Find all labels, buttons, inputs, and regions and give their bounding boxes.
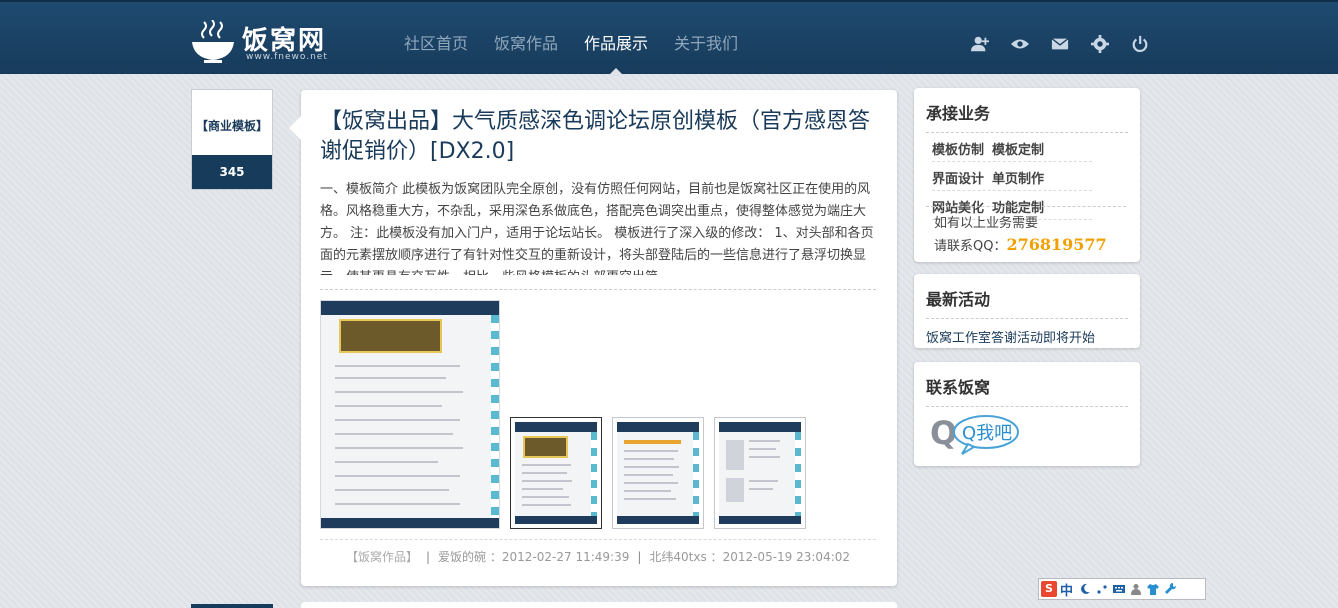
category-count: 345: [192, 155, 272, 189]
business-note: 如有以上业务需要: [934, 216, 1039, 231]
sidebar-activity: 最新活动 饭窝工作室答谢活动即将开始: [914, 274, 1140, 348]
post-summary: 一、模板简介 此模板为饭窝团队完全原创，没有仿照任何网站，目前也是饭窝社区正在使…: [320, 182, 874, 275]
next-post-peek: [301, 602, 897, 608]
divider: [320, 289, 876, 290]
keyboard-icon[interactable]: [1113, 583, 1126, 595]
activity-title: 最新活动: [926, 286, 1128, 319]
site-logo[interactable]: 饭窝网 www.fnewo.net: [190, 14, 340, 66]
qq-badge-text: Q我吧: [962, 423, 1012, 444]
meta-last-user[interactable]: 北纬40txs: [649, 550, 706, 564]
sidebar-business: 承接业务 模板仿制 模板定制 界面设计 单页制作 网站美化 功能定制 如有以上业务需要…: [914, 88, 1140, 262]
post-title[interactable]: 【饭窝出品】大气质感深色调论坛原创模板（官方感恩答谢促销价）[DX2.0]: [320, 107, 880, 167]
activity-link[interactable]: 饭窝工作室答谢活动即将开始: [926, 327, 1128, 346]
ime-toolbar[interactable]: S 中: [1038, 578, 1206, 600]
next-tag-box-peek: [191, 604, 273, 608]
moon-icon[interactable]: [1079, 583, 1091, 595]
business-item[interactable]: 模板定制: [992, 143, 1044, 158]
bowl-logo-icon: [192, 20, 234, 63]
business-contact: 如有以上业务需要 请联系QQ：276819577: [926, 206, 1126, 257]
sidebar-contact: 联系饭窝 Q Q我吧: [914, 362, 1140, 466]
power-icon[interactable]: [1130, 34, 1150, 54]
qq-chat-badge-icon[interactable]: Q Q我吧: [928, 410, 1020, 456]
business-item[interactable]: 模板仿制: [932, 143, 984, 158]
punctuation-icon[interactable]: [1096, 583, 1108, 595]
header-tools: [970, 34, 1170, 54]
gear-icon[interactable]: [1090, 34, 1110, 54]
meta-category[interactable]: 【饭窝作品】: [346, 550, 418, 564]
contact-title: 联系饭窝: [926, 374, 1128, 407]
main-nav: 社区首页 饭窝作品 作品展示 关于我们: [404, 2, 764, 76]
business-item[interactable]: 界面设计: [932, 172, 984, 187]
category-label: 【商业模板】: [195, 119, 268, 133]
qq-label: 请联系QQ：: [934, 239, 1007, 254]
skin-icon[interactable]: [1147, 583, 1160, 595]
eye-icon[interactable]: [1010, 34, 1030, 54]
top-header: 饭窝网 www.fnewo.net 社区首页 饭窝作品 作品展示 关于我们: [0, 0, 1338, 76]
user-icon[interactable]: [1130, 583, 1142, 595]
nav-about[interactable]: 关于我们: [674, 2, 738, 76]
business-row: 模板仿制 模板定制: [932, 139, 1092, 162]
preview-image-large[interactable]: [320, 300, 500, 529]
mail-icon[interactable]: [1050, 34, 1070, 54]
post-meta: 【饭窝作品】 | 爱饭的碗 ：2012-02-27 11:49:39 | 北纬40txs…: [320, 539, 876, 565]
meta-author[interactable]: 爱饭的碗: [438, 550, 486, 564]
sogou-icon[interactable]: S: [1041, 581, 1057, 597]
meta-last-time: 2012-05-19 23:04:02: [722, 550, 851, 564]
preview-thumbnail-1[interactable]: [510, 417, 602, 529]
ime-lang[interactable]: 中: [1060, 580, 1073, 599]
add-user-icon[interactable]: [970, 34, 990, 54]
qq-number[interactable]: 276819577: [1006, 235, 1106, 254]
meta-posted-time: 2012-02-27 11:49:39: [501, 550, 630, 564]
business-item[interactable]: 单页制作: [992, 172, 1044, 187]
nav-works[interactable]: 饭窝作品: [494, 2, 558, 76]
nav-showcase[interactable]: 作品展示: [584, 2, 648, 76]
business-title: 承接业务: [926, 100, 1128, 133]
post-card: 【饭窝出品】大气质感深色调论坛原创模板（官方感恩答谢促销价）[DX2.0] 一、…: [289, 90, 897, 586]
logo-url: www.fnewo.net: [246, 52, 328, 62]
category-tag-box[interactable]: 【商业模板】 345: [191, 89, 273, 190]
nav-community-home[interactable]: 社区首页: [404, 2, 468, 76]
preview-thumbnail-2[interactable]: [612, 417, 704, 529]
preview-thumbnail-3[interactable]: [714, 417, 806, 529]
business-row: 界面设计 单页制作: [932, 168, 1092, 191]
wrench-icon[interactable]: [1164, 583, 1177, 595]
